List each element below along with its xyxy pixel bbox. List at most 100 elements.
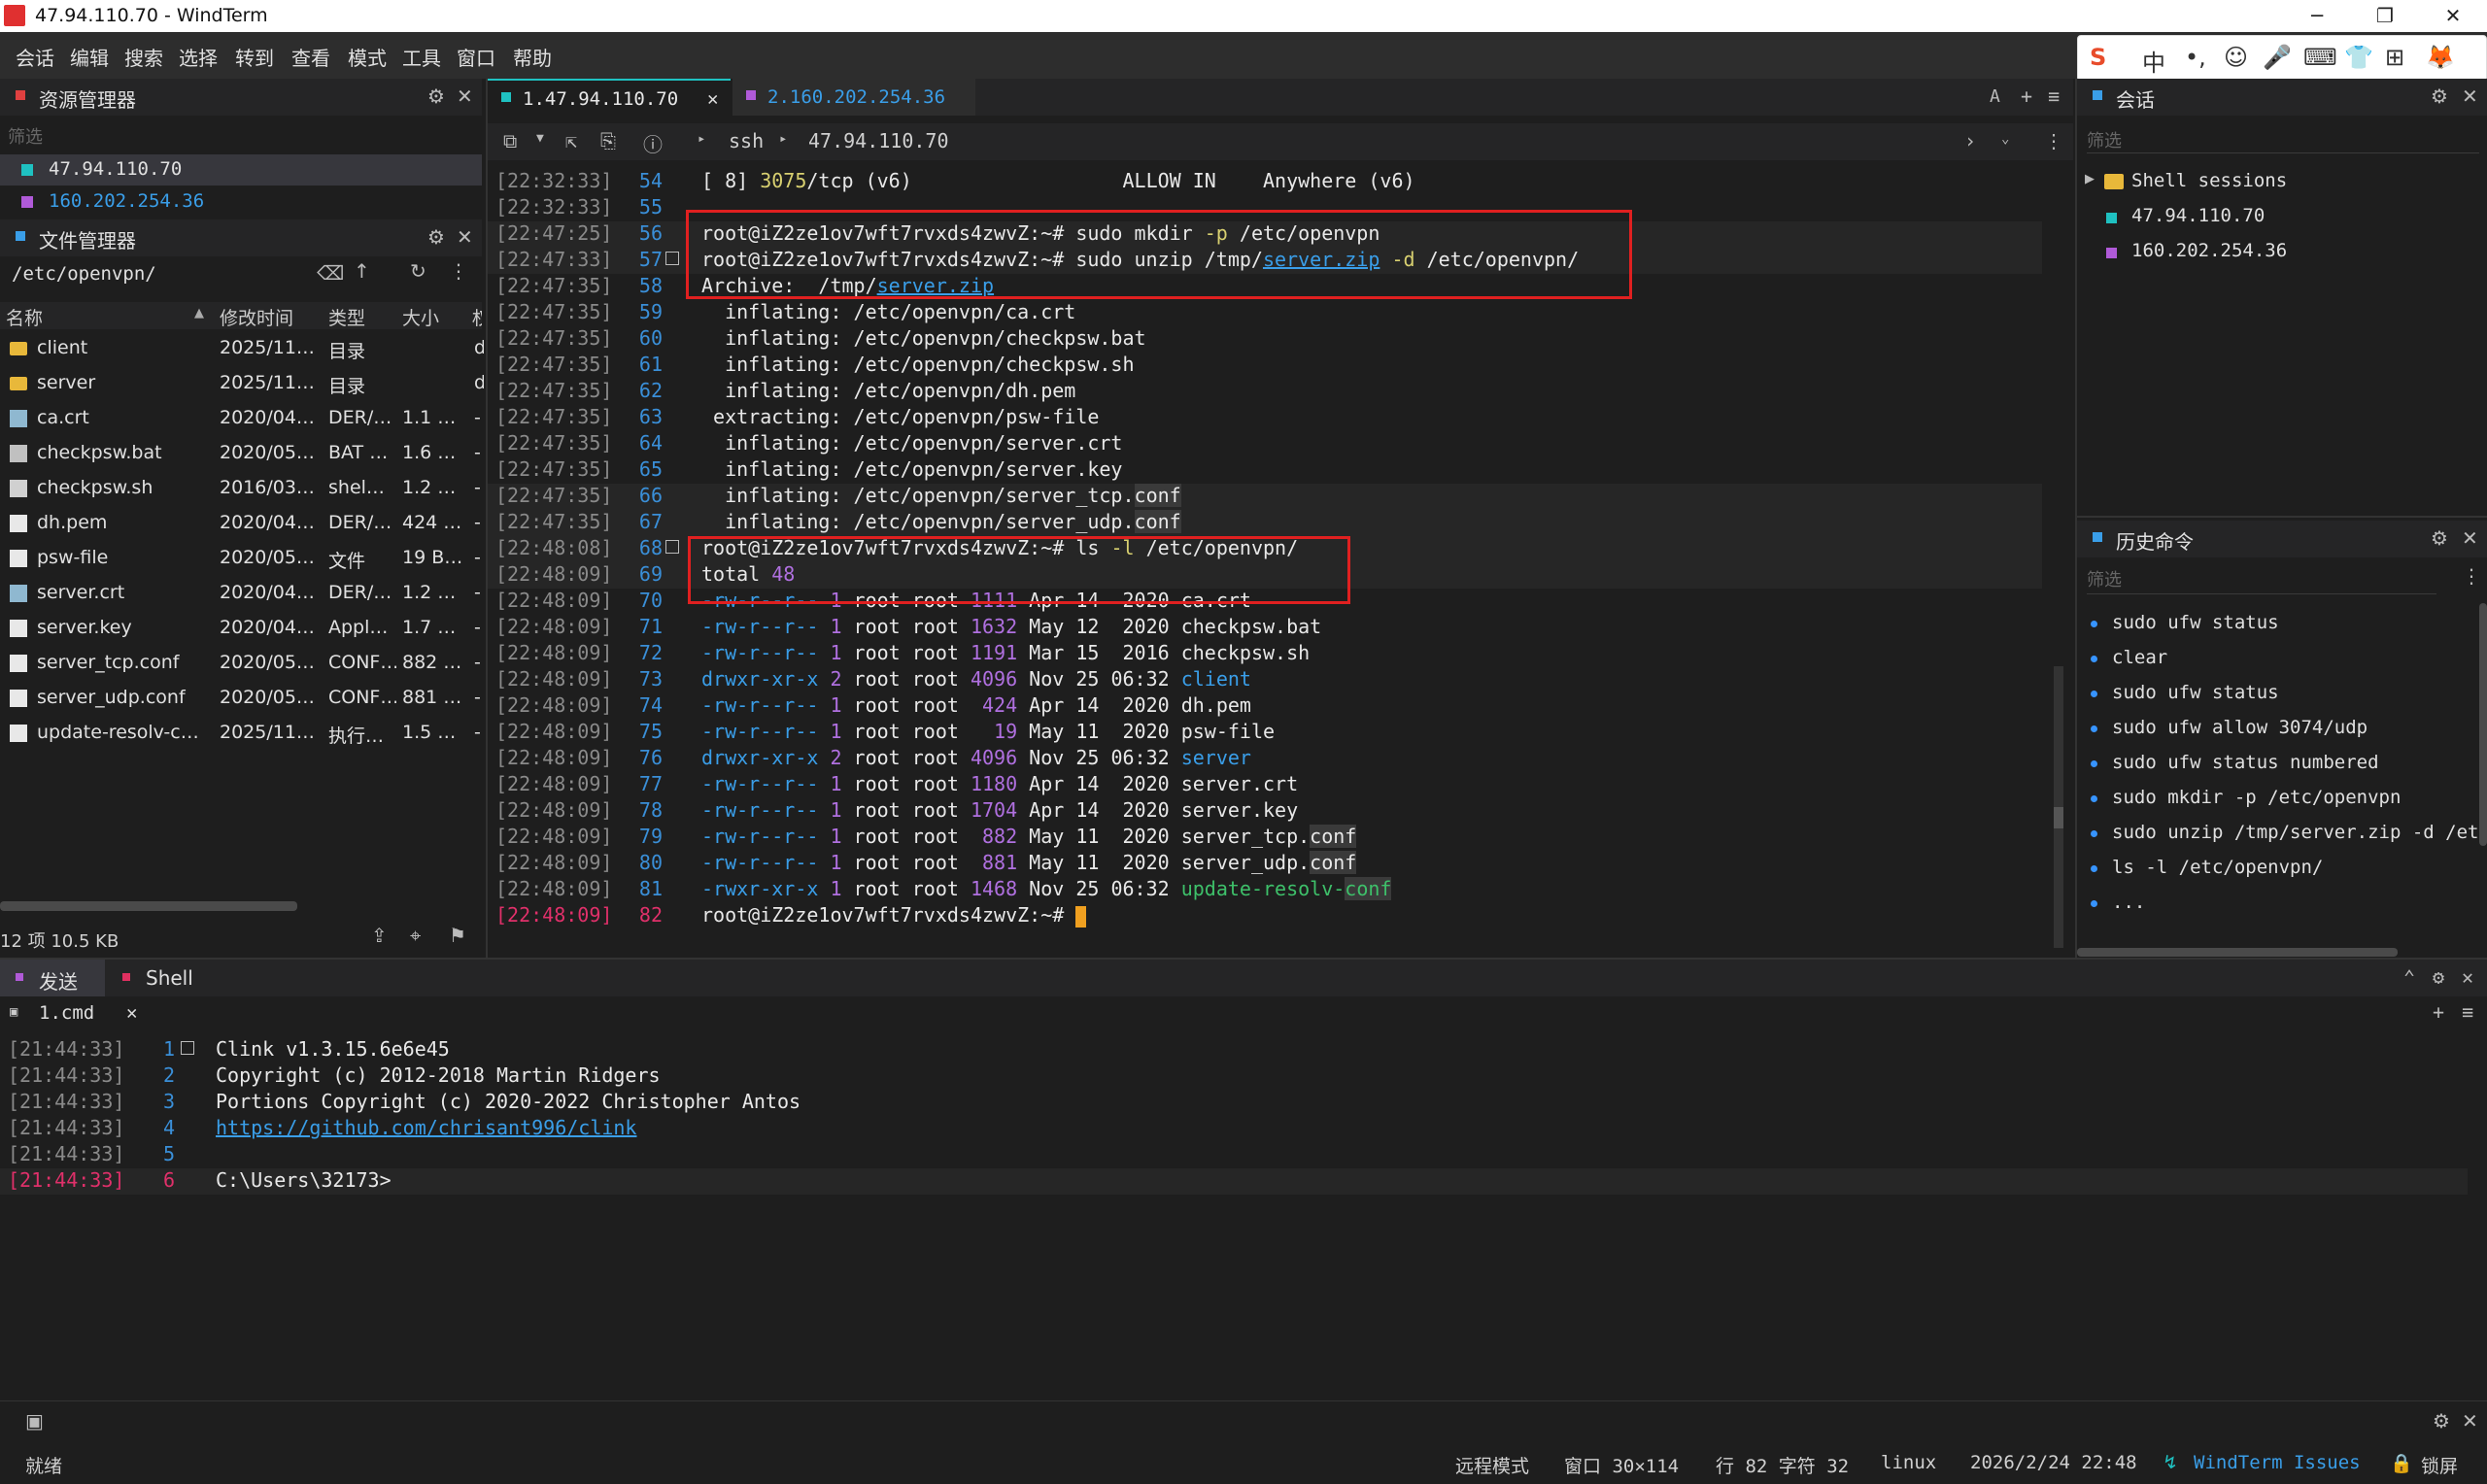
column-name[interactable]: 名称 xyxy=(6,304,43,330)
file-row[interactable]: checkpsw.bat 2020/05… BAT … 1.6 … - xyxy=(0,436,482,471)
tab-shell[interactable]: Shell xyxy=(107,960,214,996)
column-time[interactable]: 修改时间 xyxy=(220,304,293,330)
maximize-button[interactable]: ❐ xyxy=(2351,0,2419,32)
fold-icon[interactable] xyxy=(181,1041,194,1055)
close-icon[interactable]: ✕ xyxy=(2462,526,2478,550)
file-row[interactable]: server 2025/11… 目录 d xyxy=(0,366,484,401)
shell-output[interactable]: [21:44:33] 1 Clink v1.3.15.6e6e45 [21:44:33… xyxy=(0,1037,2468,1231)
history-item[interactable]: sudo ufw status xyxy=(2091,608,2487,643)
menu-session[interactable]: 会话 xyxy=(16,43,54,71)
more-icon[interactable]: ⋮ xyxy=(2044,129,2063,152)
menu-tools[interactable]: 工具 xyxy=(402,43,441,71)
menu-search[interactable]: 搜索 xyxy=(124,43,163,71)
session-item[interactable]: 160.202.254.36 xyxy=(2106,237,2485,270)
file-row[interactable]: dh.pem 2020/04… DER/… 424 … - xyxy=(0,506,482,541)
close-icon[interactable]: ✕ xyxy=(457,225,473,249)
keyboard-icon[interactable]: ⌨ xyxy=(2303,44,2337,71)
file-row[interactable]: psw-file 2020/05… 文件 19 B… - xyxy=(0,541,482,576)
tab-menu-icon[interactable]: ≡ xyxy=(2048,84,2060,108)
vertical-scrollbar[interactable] xyxy=(2479,603,2487,846)
terminal-scrollbar[interactable] xyxy=(2054,666,2063,948)
horizontal-scrollbar[interactable] xyxy=(0,901,297,911)
tab-session-1[interactable]: 1.47.94.110.70 ✕ xyxy=(488,79,731,118)
history-item[interactable]: sudo mkdir -p /etc/openvpn xyxy=(2091,783,2487,818)
close-icon[interactable]: ✕ xyxy=(457,84,473,108)
host-item[interactable]: 47.94.110.70 xyxy=(0,154,482,186)
gear-icon[interactable]: ⚙ xyxy=(2433,1409,2450,1433)
new-tab-icon[interactable]: + xyxy=(2433,1000,2444,1024)
gear-icon[interactable]: ⚙ xyxy=(427,84,445,108)
file-row[interactable]: server.key 2020/04… Appl… 1.7 … - xyxy=(0,611,482,646)
location-icon[interactable]: ⌖ xyxy=(410,924,421,947)
history-item[interactable]: sudo ufw status xyxy=(2091,678,2487,713)
clear-path-icon[interactable]: ⌫ xyxy=(317,261,344,285)
issues-link[interactable]: WindTerm Issues xyxy=(2194,1452,2361,1473)
microphone-icon[interactable]: 🎤 xyxy=(2263,44,2292,71)
emoji-icon[interactable]: ☺ xyxy=(2224,44,2248,71)
info-icon[interactable]: ⓘ xyxy=(643,129,663,157)
tab-cmd[interactable]: ▣ 1.cmd ✕ xyxy=(0,998,155,1029)
scroll-thumb[interactable] xyxy=(2054,807,2063,828)
menu-edit[interactable]: 编辑 xyxy=(70,43,109,71)
breadcrumb-ssh[interactable]: ssh xyxy=(729,129,764,152)
upload-icon[interactable]: ⇪ xyxy=(371,924,388,947)
menu-mode[interactable]: 模式 xyxy=(348,43,387,71)
lock-screen-button[interactable]: 锁屏 xyxy=(2421,1452,2458,1478)
history-item[interactable]: sudo ufw allow 3074/udp xyxy=(2091,713,2487,748)
font-size-icon[interactable]: A xyxy=(1990,86,2000,107)
new-session-icon[interactable]: ⧉ xyxy=(503,129,517,152)
menu-window[interactable]: 窗口 xyxy=(457,43,495,71)
host-item[interactable]: 160.202.254.36 xyxy=(0,186,482,218)
duplicate-icon[interactable]: ⎘ xyxy=(600,129,616,152)
session-item[interactable]: 47.94.110.70 xyxy=(2106,202,2485,235)
gear-icon[interactable]: ⚙ xyxy=(2433,965,2444,989)
menu-goto[interactable]: 转到 xyxy=(235,43,274,71)
skin-icon[interactable]: 👕 xyxy=(2344,44,2373,71)
column-size[interactable]: 大小 xyxy=(402,304,439,330)
file-row[interactable]: update-resolv-c… 2025/11… 执行… 1.5 … - xyxy=(0,716,482,751)
close-icon[interactable]: ✕ xyxy=(2462,965,2473,989)
fold-icon[interactable] xyxy=(665,252,679,265)
forward-icon[interactable]: › xyxy=(1964,129,1976,152)
new-tab-icon[interactable]: + xyxy=(2021,84,2032,108)
horizontal-scrollbar[interactable] xyxy=(2077,948,2398,957)
gear-icon[interactable]: ⚙ xyxy=(427,225,445,249)
close-tab-icon[interactable]: ✕ xyxy=(707,88,718,110)
tab-menu-icon[interactable]: ≡ xyxy=(2462,1000,2473,1024)
more-icon[interactable]: ⋮ xyxy=(449,259,468,283)
file-row[interactable]: server_tcp.conf 2020/05… CONF… 882 … - xyxy=(0,646,482,681)
breadcrumb-host[interactable]: 47.94.110.70 xyxy=(808,129,949,152)
column-type[interactable]: 类型 xyxy=(328,304,365,330)
chinese-mode-icon[interactable]: 中 xyxy=(2142,44,2165,78)
toolbox-icon[interactable]: ⊞ xyxy=(2385,44,2404,71)
gear-icon[interactable]: ⚙ xyxy=(2431,84,2448,108)
history-item[interactable]: clear xyxy=(2091,643,2487,678)
path-input[interactable]: /etc/openvpn/ xyxy=(12,263,156,285)
file-row[interactable]: client 2025/11… 目录 d xyxy=(0,331,484,366)
open-external-icon[interactable]: ⇱ xyxy=(565,129,577,152)
close-button[interactable]: ✕ xyxy=(2419,0,2487,32)
minimize-button[interactable]: ─ xyxy=(2283,0,2351,32)
mascot-icon[interactable]: 🦊 xyxy=(2426,44,2455,71)
collapse-icon[interactable]: ⌃ xyxy=(2403,965,2415,989)
line-text[interactable]: https://github.com/chrisant996/clink xyxy=(216,1116,636,1139)
menu-select[interactable]: 选择 xyxy=(179,43,218,71)
expand-icon[interactable]: ⌄ xyxy=(2001,131,2009,147)
tab-session-2[interactable]: 2.160.202.254.36 xyxy=(732,79,975,116)
refresh-icon[interactable]: ↻ xyxy=(410,259,426,283)
column-permission[interactable]: 权 xyxy=(472,304,482,330)
close-tab-icon[interactable]: ✕ xyxy=(126,1002,137,1024)
punctuation-icon[interactable]: •, xyxy=(2185,44,2206,71)
close-icon[interactable]: ✕ xyxy=(2462,1409,2478,1433)
bookmark-icon[interactable]: ⚑ xyxy=(449,924,466,947)
history-item[interactable]: sudo ufw status numbered xyxy=(2091,748,2487,783)
file-row[interactable]: ca.crt 2020/04… DER/… 1.1 … - xyxy=(0,401,482,436)
sidebar-toggle-icon[interactable]: ▣ xyxy=(25,1409,44,1433)
history-filter-input[interactable]: 筛选 xyxy=(2087,566,2122,591)
gear-icon[interactable]: ⚙ xyxy=(2431,526,2448,550)
status-mode[interactable]: 远程模式 xyxy=(1455,1452,1529,1478)
up-directory-icon[interactable]: ↑ xyxy=(354,259,370,283)
fold-icon[interactable] xyxy=(665,540,679,554)
sogou-logo-icon[interactable]: S xyxy=(2090,44,2106,71)
session-group[interactable]: ▶ Shell sessions xyxy=(2085,168,2483,199)
